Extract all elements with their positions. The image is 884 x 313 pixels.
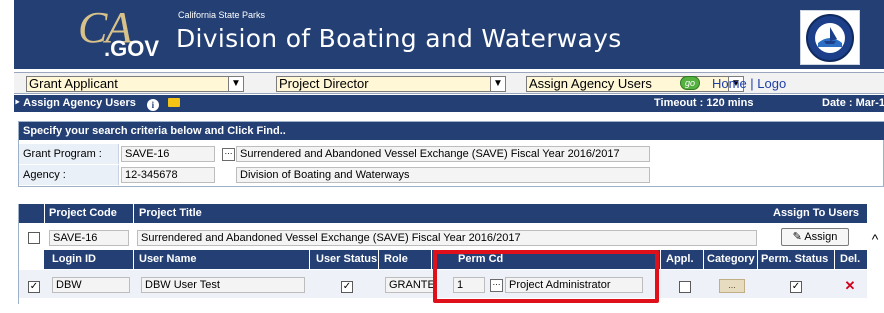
user-name-field[interactable]: DBW User Test <box>141 277 305 293</box>
banner-subtitle: California State Parks <box>178 10 266 20</box>
banner-title: Division of Boating and Waterways <box>176 24 622 53</box>
column-divider <box>834 250 835 269</box>
column-divider <box>757 250 758 269</box>
project-director-select[interactable]: Project Director ▼ <box>276 76 506 92</box>
grant-program-code-field[interactable]: SAVE-16 <box>121 146 215 162</box>
project-code-field[interactable]: SAVE-16 <box>49 230 129 246</box>
project-title-field[interactable]: Surrendered and Abandoned Vessel Exchang… <box>137 230 757 246</box>
assign-edit-icon: ✎ <box>792 231 802 243</box>
login-id-header: Login ID <box>52 253 96 265</box>
agency-code-field[interactable]: 12-345678 <box>121 167 215 183</box>
project-code-header: Project Code <box>49 207 117 219</box>
assign-agency-users-select-value: Assign Agency Users <box>529 76 652 91</box>
header-banner: CA .GOV California State Parks Division … <box>0 0 884 69</box>
column-divider <box>378 250 379 269</box>
column-divider <box>660 250 661 269</box>
login-id-field[interactable]: DBW <box>52 277 130 293</box>
user-row-select-checkbox[interactable]: ✓ <box>28 281 40 293</box>
agency-label: Agency : <box>19 165 119 185</box>
grant-program-row: Grant Program : SAVE-16 ⋯ Surrendered an… <box>19 144 884 164</box>
del-header: Del. <box>840 253 861 265</box>
go-button[interactable]: go <box>680 76 700 90</box>
page-title: Assign Agency Users <box>23 97 136 109</box>
help-book-icon[interactable] <box>167 98 180 107</box>
column-divider <box>431 250 432 269</box>
project-grid-header: Project Code Project Title Assign To Use… <box>19 204 867 223</box>
grant-applicant-select[interactable]: Grant Applicant ▼ <box>26 76 244 92</box>
delete-icon[interactable]: ✕ <box>844 279 856 292</box>
assign-to-users-header: Assign To Users <box>773 207 859 219</box>
logo-gov-text: .GOV <box>104 36 160 61</box>
column-divider <box>133 250 134 269</box>
timeout-text: Timeout : 120 mins <box>654 97 754 109</box>
user-status-checkbox[interactable]: ✓ <box>341 281 353 293</box>
grant-program-desc-field[interactable]: Surrendered and Abandoned Vessel Exchang… <box>236 146 650 162</box>
perm-status-checkbox[interactable]: ✓ <box>790 281 802 293</box>
division-seal-icon <box>800 10 860 65</box>
status-bar: ‣ Assign Agency Users i Timeout : 120 mi… <box>14 95 884 112</box>
column-divider <box>703 250 704 269</box>
grant-applicant-select-value: Grant Applicant <box>29 76 118 91</box>
agency-name-field[interactable]: Division of Boating and Waterways <box>236 167 650 183</box>
category-header: Category <box>707 253 755 265</box>
user-status-header: User Status <box>316 253 378 265</box>
ca-gov-logo[interactable]: CA .GOV <box>18 0 160 69</box>
nav-bar: Grant Applicant ▼ Project Director ▼ Ass… <box>14 72 884 94</box>
column-divider <box>44 204 45 223</box>
assign-button-label: Assign <box>804 231 838 243</box>
user-name-header: User Name <box>139 253 197 265</box>
column-divider <box>133 204 134 223</box>
perm-status-header: Perm. Status <box>761 253 829 265</box>
assign-button[interactable]: ✎ Assign <box>781 228 849 246</box>
page-title-arrow-icon: ‣ <box>14 97 21 109</box>
appl-checkbox[interactable] <box>679 281 691 293</box>
ellipsis-icon[interactable]: ⋯ <box>222 148 235 161</box>
agency-row: Agency : 12-345678 Division of Boating a… <box>19 165 884 185</box>
role-field[interactable]: GRANTE <box>385 277 435 293</box>
perm-cd-highlight <box>433 250 659 303</box>
project-director-select-value: Project Director <box>279 76 369 91</box>
column-divider <box>309 250 310 269</box>
status-left: ‣ Assign Agency Users i <box>14 95 180 112</box>
chevron-down-icon[interactable]: ▼ <box>228 77 243 91</box>
role-header: Role <box>384 253 408 265</box>
nav-links[interactable]: Home | Logo <box>712 76 786 91</box>
date-text: Date : Mar-10-1 <box>822 97 884 109</box>
scroll-up-icon[interactable]: ^ <box>868 232 882 246</box>
grant-program-label: Grant Program : <box>19 144 119 164</box>
category-button[interactable]: ... <box>719 279 745 293</box>
search-criteria-panel: Specify your search criteria below and C… <box>18 121 884 187</box>
info-icon[interactable]: i <box>146 99 159 111</box>
chevron-down-icon[interactable]: ▼ <box>490 77 505 91</box>
project-row-checkbox[interactable] <box>28 232 40 244</box>
criteria-heading: Specify your search criteria below and C… <box>19 122 884 140</box>
appl-header: Appl. <box>666 253 694 265</box>
project-title-header: Project Title <box>139 207 202 219</box>
